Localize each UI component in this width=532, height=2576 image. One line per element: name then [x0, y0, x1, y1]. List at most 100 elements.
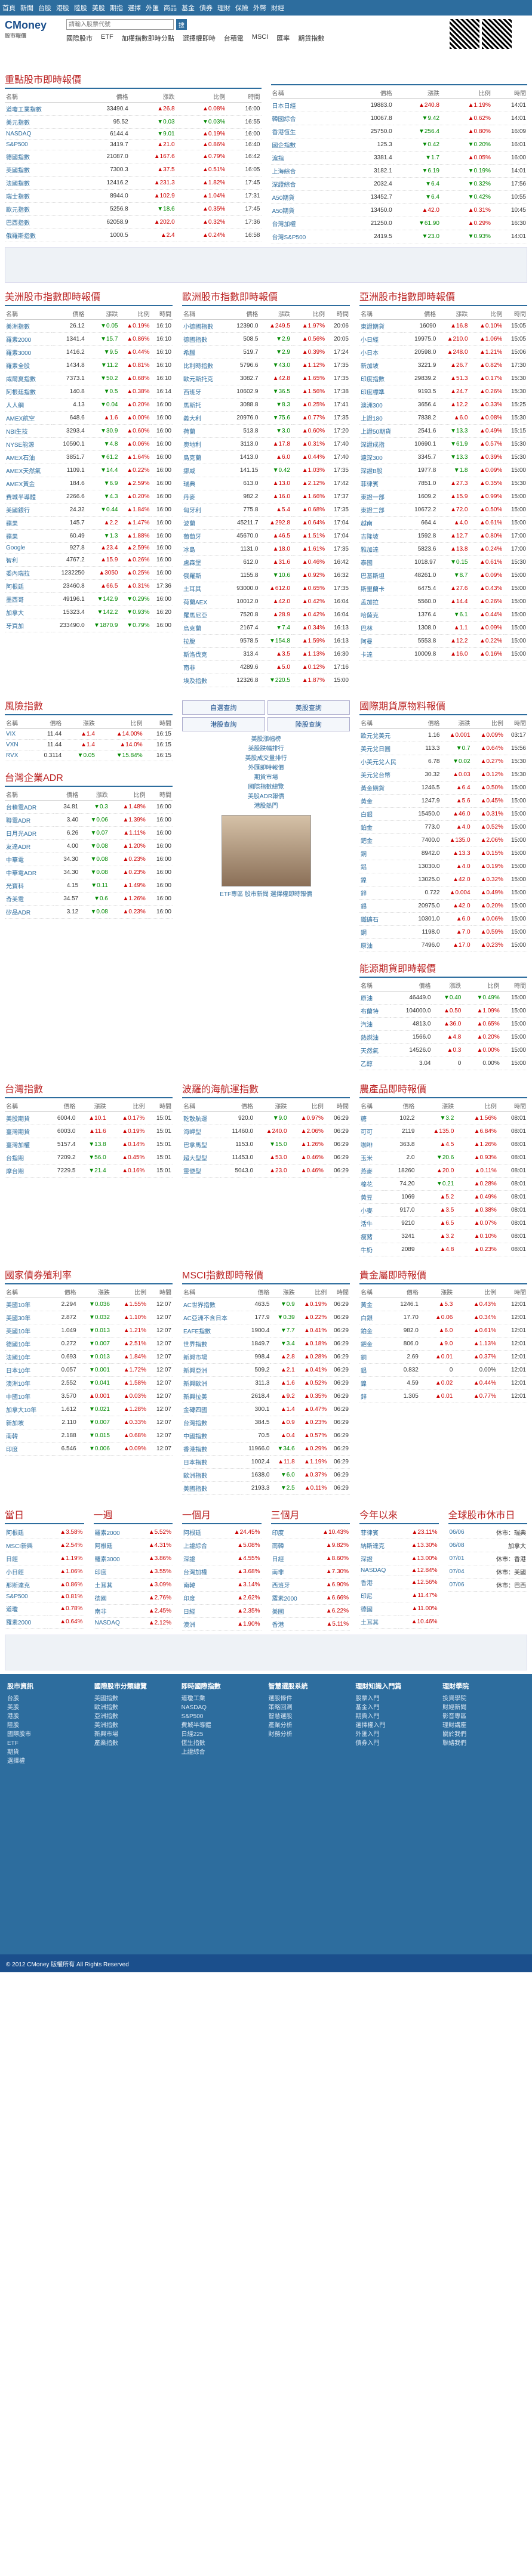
table-cell[interactable]: 矽品ADR [5, 905, 54, 919]
search-button[interactable]: 搜 [176, 19, 187, 30]
table-row[interactable]: VIX 11.44 ▲1.4 ▲14.00% 16:15 [5, 728, 173, 740]
table-row[interactable]: 美國10年 2.294 ▼0.036 ▲1.55% 12:07 [5, 1298, 173, 1311]
table-row[interactable]: 鎳 13025.0 ▲42.0 ▲0.32% 15:00 [359, 873, 527, 887]
table-row[interactable]: 法國指數 12416.2 ▲231.3 ▲1.82% 17:45 [5, 176, 262, 190]
perf-name[interactable]: 日經 [270, 1552, 310, 1565]
perf-name[interactable]: 印尼 [359, 1589, 399, 1602]
table-cell[interactable]: 鈀金 [359, 833, 410, 847]
table-cell[interactable]: 荷蘭AEX [182, 595, 227, 609]
table-cell[interactable]: 南非 [182, 660, 227, 674]
table-row[interactable]: 巴基斯坦 48261.0 ▼8.7 ▲0.09% 15:00 [359, 569, 527, 582]
table-cell[interactable]: 友達ADR [5, 839, 54, 853]
table-cell[interactable]: 瑞典 [182, 477, 227, 490]
table-cell[interactable]: 聯電ADR [5, 813, 54, 827]
table-cell[interactable]: 鉑金 [359, 1324, 385, 1338]
table-row[interactable]: 聯電ADR 3.40 ▼0.06 ▲1.39% 16:00 [5, 813, 173, 827]
table-row[interactable]: 咖啡 363.8 ▲4.5 ▲1.26% 08:01 [359, 1138, 527, 1151]
table-cell[interactable]: 哈薩克 [359, 608, 405, 622]
table-row[interactable]: AMEX黃金 184.6 ▼6.9 ▲2.59% 16:00 [5, 477, 173, 490]
table-row[interactable]: 日本指數 1002.4 ▲11.8 ▲1.19% 06:29 [182, 1455, 350, 1469]
table-row[interactable]: 中國10年 3.570 ▲0.001 ▲0.03% 12:07 [5, 1389, 173, 1403]
table-cell[interactable]: 台灣S&P500 [270, 230, 345, 243]
table-row[interactable]: 靈便型 5043.0 ▲23.0 ▲0.46% 06:29 [182, 1164, 350, 1178]
table-row[interactable]: 上證180 7838.2 ▲6.0 ▲0.08% 15:30 [359, 411, 527, 425]
table-row[interactable]: 日經 ▲1.19% [5, 1552, 84, 1565]
table-row[interactable]: 深證成指 10690.1 ▼61.9 ▲0.57% 15:30 [359, 437, 527, 451]
table-row[interactable]: 巴林 1308.0 ▲1.1 ▲0.09% 15:00 [359, 621, 527, 635]
table-cell[interactable]: 智利 [5, 553, 52, 567]
table-row[interactable]: 國企指數 125.3 ▼0.42 ▼0.20% 16:01 [270, 138, 527, 152]
table-cell[interactable]: 加拿大 [5, 606, 52, 619]
footer-link[interactable]: 產業分析 [268, 1721, 350, 1730]
table-cell[interactable]: 台積電ADR [5, 800, 54, 814]
table-row[interactable]: 羅素2000 ▲0.64% [5, 1615, 84, 1629]
table-row[interactable]: 黃金 1246.1 ▲5.3 ▲0.43% 12:01 [359, 1298, 527, 1311]
table-cell[interactable]: 蘋果 [5, 529, 52, 543]
perf-name[interactable]: 深證 [359, 1552, 399, 1565]
table-row[interactable]: 巴拿馬型 1153.0 ▼15.0 ▲1.26% 06:29 [182, 1138, 350, 1151]
perf-name[interactable]: S&P500 [5, 1591, 48, 1602]
nav-link[interactable]: 美股 [92, 3, 105, 13]
table-cell[interactable]: 美國10年 [5, 1298, 53, 1311]
perf-name[interactable]: 澳洲 [182, 1617, 220, 1631]
footer-link[interactable]: 基金入門 [355, 1703, 438, 1712]
perf-name[interactable]: 日經 [5, 1552, 48, 1565]
table-cell[interactable]: 小麥 [359, 1203, 384, 1217]
table-row[interactable]: 南非 ▲2.45% [93, 1604, 173, 1618]
table-row[interactable]: 摩台期 7229.5 ▼21.4 ▲0.16% 15:01 [5, 1164, 173, 1178]
table-cell[interactable]: 摩台期 [5, 1164, 45, 1178]
table-cell[interactable]: 汽油 [359, 1017, 390, 1031]
quick-link[interactable]: 外匯即時報價 [245, 764, 287, 773]
table-row[interactable]: 光寶科 4.15 ▼0.11 ▲1.49% 16:00 [5, 879, 173, 892]
nav-link[interactable]: 財經 [271, 3, 284, 13]
footer-link[interactable]: 港股 [7, 1712, 90, 1721]
table-cell[interactable]: 深證綜合 [270, 177, 345, 191]
table-cell[interactable]: 挪威 [182, 464, 227, 477]
table-row[interactable]: 新興歐洲 311.3 ▲1.6 ▲0.52% 06:29 [182, 1376, 350, 1390]
table-row[interactable]: 黃豆 1069 ▲5.2 ▲0.49% 08:01 [359, 1190, 527, 1204]
table-cell[interactable]: 小德國指數 [182, 319, 227, 333]
table-cell[interactable]: 威爾夏指數 [5, 372, 52, 385]
table-cell[interactable]: 新興亞洲 [182, 1363, 241, 1377]
table-row[interactable]: 南非 ▲7.30% [270, 1565, 350, 1579]
table-cell[interactable]: 金磚四國 [182, 1403, 241, 1416]
quick-link[interactable]: 美股成交量排行 [245, 754, 287, 764]
footer-link[interactable]: 道瓊工業 [182, 1694, 264, 1703]
table-row[interactable]: 越南 664.4 ▲4.0 ▲0.61% 15:00 [359, 516, 527, 530]
table-row[interactable]: 羅素2000 ▲5.52% [93, 1526, 173, 1539]
table-cell[interactable]: 咖啡 [359, 1138, 384, 1151]
table-row[interactable]: 德國10年 0.272 ▼0.007 ▲2.51% 12:07 [5, 1337, 173, 1351]
table-cell[interactable]: 錫 [359, 899, 410, 913]
table-row[interactable]: 烏克蘭 1413.0 ▲6.0 ▲0.44% 17:40 [182, 450, 350, 464]
perf-name[interactable]: 深證 [182, 1552, 220, 1565]
table-cell[interactable]: AC亞洲不含日本 [182, 1311, 241, 1324]
table-cell[interactable]: 加拿大10年 [5, 1403, 53, 1416]
table-row[interactable]: 卡達 10009.8 ▲16.0 ▲0.16% 15:00 [359, 647, 527, 661]
perf-name[interactable]: 印度 [270, 1526, 310, 1539]
table-row[interactable]: 美元指數 95.52 ▼0.03 ▼0.03% 16:55 [5, 115, 262, 129]
nav-link[interactable]: 商品 [164, 3, 177, 13]
table-cell[interactable]: 比利時指數 [182, 359, 227, 372]
table-cell[interactable]: 棉花 [359, 1177, 384, 1191]
table-row[interactable]: 韓國綜合 10067.8 ▼9.42 ▲0.62% 14:01 [270, 112, 527, 125]
table-cell[interactable]: 臺灣期貨 [5, 1125, 45, 1138]
footer-link[interactable]: 產業指數 [94, 1739, 177, 1748]
table-cell[interactable]: 黃金 [359, 794, 410, 808]
table-cell[interactable]: 羅素全股 [5, 359, 52, 372]
perf-name[interactable]: 上證綜合 [182, 1539, 220, 1552]
table-cell[interactable]: 布蘭特 [359, 1004, 390, 1018]
table-row[interactable]: 東證二部 10672.2 ▲72.0 ▲0.50% 15:00 [359, 503, 527, 517]
table-cell[interactable]: 巴林 [359, 621, 405, 635]
table-cell[interactable]: 鎳 [359, 873, 410, 887]
table-row[interactable]: 香港指數 11966.0 ▼34.6 ▲0.29% 06:29 [182, 1442, 350, 1456]
table-cell[interactable]: 新加坡 [5, 1416, 53, 1429]
footer-link[interactable]: 歐洲指數 [94, 1703, 177, 1712]
table-row[interactable]: 天然氣 14526.0 ▲0.3 ▲0.00% 15:00 [359, 1043, 527, 1057]
table-cell[interactable]: Google [5, 542, 52, 554]
table-row[interactable]: 乙醇 3.04 0 0.00% 15:00 [359, 1057, 527, 1070]
header-link[interactable]: 期貨指數 [298, 33, 324, 43]
table-cell[interactable]: NYSE能源 [5, 437, 52, 451]
table-row[interactable]: 哈薩克 1376.4 ▼6.1 ▲0.44% 15:00 [359, 608, 527, 622]
footer-link[interactable]: 外匯入門 [355, 1730, 438, 1739]
table-row[interactable]: 羅素3000 1416.2 ▼9.5 ▲0.44% 16:10 [5, 345, 173, 359]
